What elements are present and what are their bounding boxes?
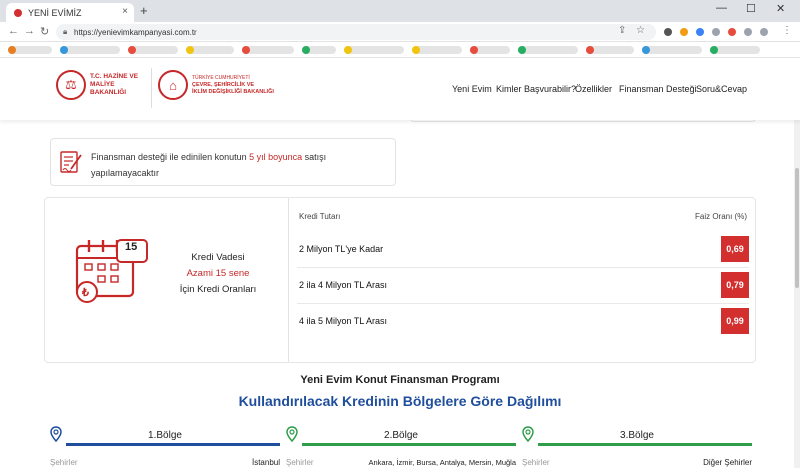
rate-row: 2 ila 4 Milyon TL Arası 0,79 [297, 268, 749, 304]
rate-row: 2 Milyon TL'ye Kadar 0,69 [297, 232, 749, 268]
scrollbar-thumb[interactable] [795, 168, 799, 288]
region-name: 3.Bölge [620, 430, 654, 441]
bookmark-star-icon[interactable]: ☆ [636, 25, 645, 36]
credit-term-value: Azami 15 sene [186, 268, 250, 279]
bookmark-item[interactable] [642, 46, 702, 54]
region-value: Ankara, İzmir, Bursa, Antalya, Mersin, M… [368, 458, 516, 467]
region-bar [302, 443, 516, 446]
sale-restriction-notice: Finansman desteği ile edinilen konutun 5… [50, 138, 396, 186]
extension-icon[interactable] [712, 28, 720, 36]
region-key: Şehirler [522, 458, 550, 467]
cevre-logo-text: TÜRKİYE CUMHURİYETİ ÇEVRE, ŞEHİRCİLİK VE… [192, 75, 302, 96]
rate-badge: 0,69 [721, 236, 749, 262]
reload-icon[interactable]: ↻ [40, 25, 49, 38]
region-card: 2.Bölge Şehirler Ankara, İzmir, Bursa, A… [286, 426, 516, 468]
back-icon[interactable]: ← [8, 25, 19, 37]
url-text: https://yenievimkampanyasi.com.tr [74, 27, 197, 37]
minimize-icon[interactable]: — [716, 2, 727, 14]
profile-icon[interactable] [760, 28, 768, 36]
site-header: ⚖ T.C. HAZİNE VE MALİYE BAKANLIĞI ⌂ TÜRK… [0, 58, 800, 120]
bookmark-item[interactable] [586, 46, 634, 54]
tab-close-icon[interactable]: × [122, 6, 128, 17]
address-bar-row: ← → ↻ 🔒︎ https://yenievimkampanyasi.com.… [0, 22, 800, 42]
bookmark-item[interactable] [60, 46, 120, 54]
credit-term-text: Kredi Vadesi Azami 15 sene İçin Kredi Or… [165, 250, 271, 298]
bookmark-item[interactable] [470, 46, 510, 54]
rate-badge: 0,79 [721, 272, 749, 298]
nav-soru-cevap[interactable]: Soru&Cevap [696, 84, 747, 94]
extension-icon[interactable] [664, 28, 672, 36]
rate-row: 4 ila 5 Milyon TL Arası 0,99 [297, 304, 749, 340]
cevre-logo-line1: TÜRKİYE CUMHURİYETİ [192, 74, 250, 81]
cevre-logo-line3: İKLİM DEĞİŞİKLİĞİ BAKANLIĞI [192, 88, 274, 95]
credit-term-title: Kredi Vadesi [191, 252, 245, 263]
column-header-rate: Faiz Oranı (%) [694, 212, 747, 221]
forward-icon[interactable]: → [24, 25, 35, 37]
bookmark-item[interactable] [242, 46, 294, 54]
notice-highlight: 5 yıl boyunca [249, 152, 303, 162]
region-card: 3.Bölge Şehirler Diğer Şehirler [522, 426, 752, 468]
program-title: Yeni Evim Konut Finansman Programı [300, 374, 500, 386]
hazine-logo-text: T.C. HAZİNE VE MALİYE BAKANLIĞI [90, 73, 139, 96]
rate-badge: 0,99 [721, 308, 749, 334]
hazine-logo[interactable]: ⚖ T.C. HAZİNE VE MALİYE BAKANLIĞI [56, 70, 152, 100]
program-subtitle: Kullandırılacak Kredinin Bölgelere Göre … [238, 393, 562, 409]
credit-rates-panel: 15 ₺ Kredi Vadesi Azami 15 sene İçin Kre… [44, 197, 756, 363]
notice-text: Finansman desteği ile edinilen konutun 5… [91, 149, 381, 181]
contract-icon [60, 151, 82, 173]
tab-title: YENİ EVİMİZ [28, 7, 82, 18]
new-tab-button[interactable]: + [140, 3, 148, 18]
bookmark-item[interactable] [518, 46, 578, 54]
rate-row-label: 2 Milyon TL'ye Kadar [299, 244, 384, 254]
region-value: İstanbul [251, 458, 280, 467]
region-key: Şehirler [50, 458, 78, 467]
cevre-logo[interactable]: ⌂ TÜRKİYE CUMHURİYETİ ÇEVRE, ŞEHİRCİLİK … [158, 70, 302, 100]
cevre-seal-icon: ⌂ [158, 70, 188, 100]
rate-row-label: 2 ila 4 Milyon TL Arası [299, 280, 388, 290]
column-header-amount: Kredi Tutarı [299, 212, 341, 221]
nav-finansman-destegi[interactable]: Finansman Desteği [619, 84, 697, 94]
cevre-logo-line2: ÇEVRE, ŞEHİRCİLİK VE [192, 81, 255, 88]
maximize-icon[interactable]: ☐ [746, 2, 756, 15]
credit-term-panel: 15 ₺ Kredi Vadesi Azami 15 sene İçin Kre… [45, 198, 289, 362]
browser-tab[interactable]: YENİ EVİMİZ × [6, 3, 134, 22]
bookmark-item[interactable] [412, 46, 462, 54]
site-favicon-icon [14, 8, 22, 17]
bookmark-item[interactable] [8, 46, 52, 54]
credit-term-subtitle: İçin Kredi Oranları [179, 284, 257, 295]
region-bar [538, 443, 752, 446]
bookmark-item[interactable] [710, 46, 760, 54]
region-key: Şehirler [286, 458, 314, 467]
bookmark-item[interactable] [186, 46, 234, 54]
region-name: 2.Bölge [384, 430, 418, 441]
hazine-seal-icon: ⚖ [56, 70, 86, 100]
menu-icon[interactable]: ⋮ [782, 25, 792, 36]
bookmark-item[interactable] [344, 46, 404, 54]
region-name: 1.Bölge [148, 430, 182, 441]
notice-text-before: Finansman desteği ile edinilen konutun [91, 152, 250, 162]
lock-icon: 🔒︎ [63, 27, 68, 36]
extension-icon[interactable] [696, 28, 704, 36]
extension-icon[interactable] [680, 28, 688, 36]
share-icon[interactable]: ⇪ [618, 25, 626, 36]
region-bar [66, 443, 280, 446]
calendar-number: 15 [125, 241, 138, 253]
browser-tab-bar: YENİ EVİMİZ × + — ☐ ✕ [0, 0, 800, 22]
url-input[interactable]: 🔒︎ https://yenievimkampanyasi.com.tr [56, 24, 656, 40]
region-card: 1.Bölge Şehirler İstanbul [50, 426, 280, 468]
extension-icon[interactable] [744, 28, 752, 36]
bookmarks-bar [0, 42, 800, 58]
extension-icon[interactable] [728, 28, 736, 36]
nav-yeni-evim[interactable]: Yeni Evim [452, 84, 492, 94]
bookmark-item[interactable] [128, 46, 178, 54]
window-close-icon[interactable]: ✕ [776, 2, 785, 15]
rate-row-label: 4 ila 5 Milyon TL Arası [299, 316, 388, 326]
lira-icon: ₺ [82, 287, 89, 299]
page-content: Finansman desteği ile edinilen konutun 5… [0, 110, 800, 468]
logo-divider [151, 68, 152, 108]
nav-kimler-basvurabilir[interactable]: Kimler Başvurabilir? [496, 84, 576, 94]
nav-ozellikler[interactable]: Özellikler [575, 84, 612, 94]
bookmark-item[interactable] [302, 46, 336, 54]
region-value: Diğer Şehirler [703, 458, 752, 467]
